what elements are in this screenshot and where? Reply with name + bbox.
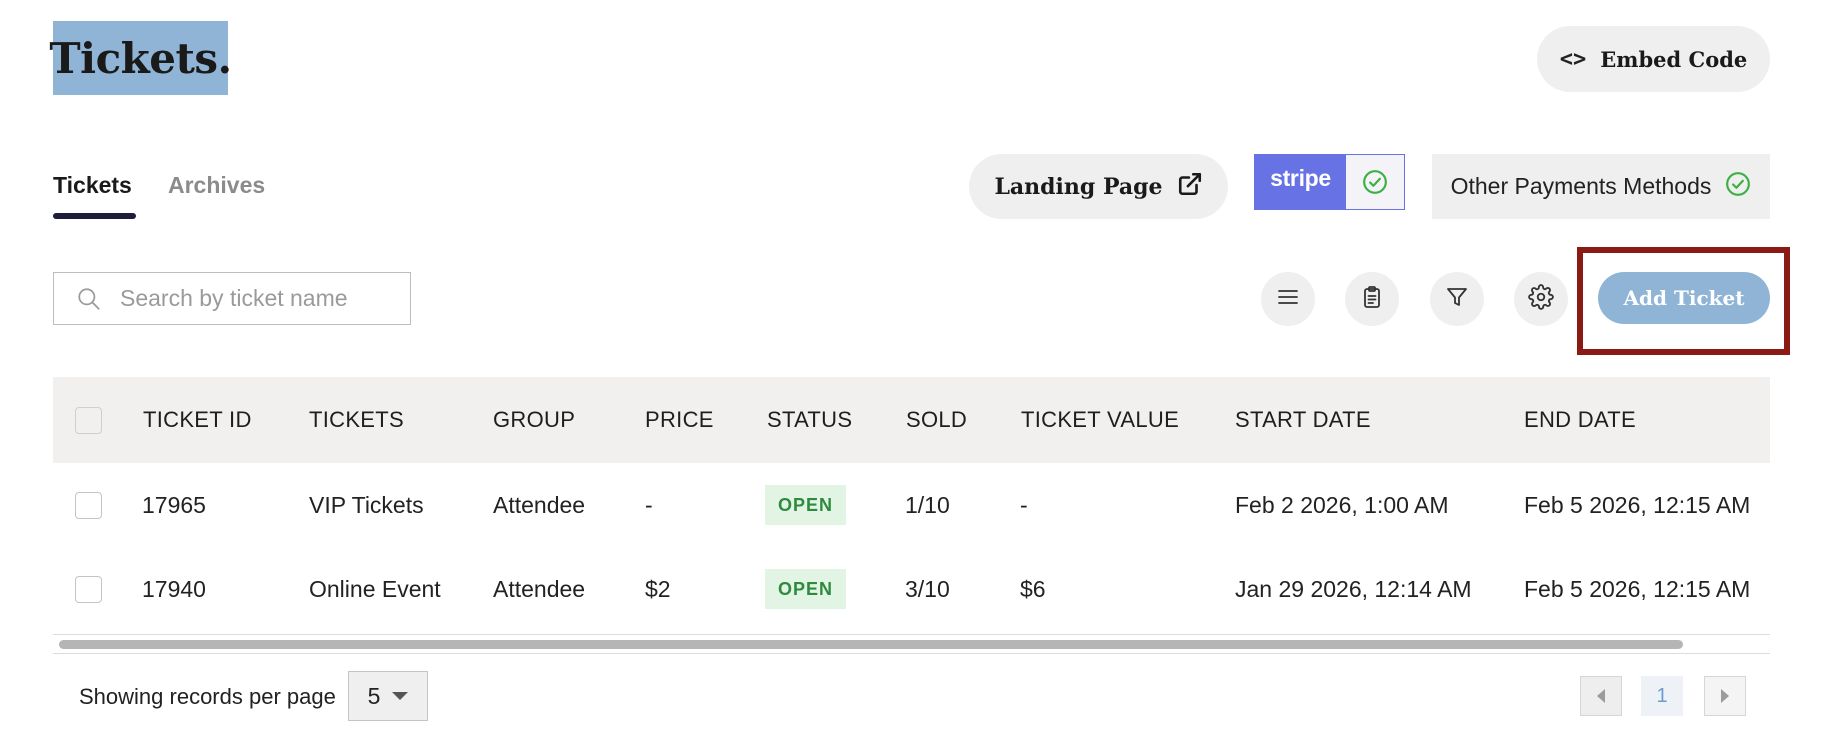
export-button[interactable] <box>1345 272 1399 326</box>
ticket-name[interactable]: VIP Tickets <box>309 463 424 547</box>
next-page-button[interactable] <box>1704 676 1746 716</box>
per-page-select[interactable]: 5 <box>348 671 428 721</box>
other-payments-label: Other Payments Methods <box>1450 173 1712 199</box>
previous-page-button[interactable] <box>1580 676 1622 716</box>
column-header[interactable]: PRICE <box>645 377 714 463</box>
stripe-logo: stripe <box>1255 155 1346 209</box>
ticket-start-date: Jan 29 2026, 12:14 AM <box>1235 575 1472 602</box>
status-badge: OPEN <box>765 569 847 609</box>
ticket-end-date: Feb 5 2026, 12:15 AM <box>1524 575 1751 602</box>
settings-button[interactable] <box>1514 272 1568 326</box>
ticket-id: 17965 <box>142 491 206 518</box>
select-all-checkbox[interactable] <box>75 406 102 434</box>
ticket-price: - <box>645 491 653 518</box>
menu-icon <box>1276 285 1300 314</box>
status-badge: OPEN <box>765 485 847 525</box>
embed-code-label: Embed Code <box>1600 46 1748 72</box>
filter-button[interactable] <box>1430 272 1484 326</box>
tab-archives[interactable]: Archives <box>168 172 265 199</box>
tab-tickets[interactable]: Tickets <box>53 172 132 199</box>
landing-page-label: Landing Page <box>994 173 1163 200</box>
chevron-left-icon <box>1597 689 1605 703</box>
per-page-value: 5 <box>367 682 381 709</box>
tickets-table: TICKET ID TICKETS GROUP PRICE STATUS SOL… <box>53 377 1770 631</box>
chevron-right-icon <box>1721 689 1729 703</box>
ticket-group: Attendee <box>493 491 586 518</box>
embed-code-button[interactable]: <> Embed Code <box>1537 26 1770 92</box>
ticket-start-date: Feb 2 2026, 1:00 AM <box>1235 491 1449 518</box>
ticket-id: 17940 <box>142 575 206 602</box>
ticket-group: Attendee <box>493 575 586 602</box>
column-header[interactable]: END DATE <box>1524 377 1636 463</box>
per-page-label: Showing records per page <box>79 684 336 709</box>
ticket-sold: 3/10 <box>905 575 950 602</box>
table-row[interactable]: 17965 VIP Tickets Attendee - OPEN 1/10 -… <box>53 463 1770 547</box>
clipboard-icon <box>1360 285 1384 314</box>
row-checkbox[interactable] <box>75 491 102 519</box>
stripe-payment-button[interactable]: stripe <box>1254 154 1405 210</box>
scrollbar-thumb[interactable] <box>59 640 1683 649</box>
table-row[interactable]: 17940 Online Event Attendee $2 OPEN 3/10… <box>53 547 1770 631</box>
ticket-value: $6 <box>1020 575 1046 602</box>
ticket-sold: 1/10 <box>905 491 950 518</box>
add-ticket-button[interactable]: Add Ticket <box>1598 272 1770 324</box>
column-header[interactable]: GROUP <box>493 377 575 463</box>
table-header: TICKET ID TICKETS GROUP PRICE STATUS SOL… <box>53 377 1770 463</box>
search-box <box>53 272 411 325</box>
landing-page-button[interactable]: Landing Page <box>969 154 1228 219</box>
page-title: Tickets. <box>49 33 232 83</box>
gear-icon <box>1528 283 1554 315</box>
stripe-check-icon <box>1346 155 1404 209</box>
column-header[interactable]: TICKET ID <box>143 377 252 463</box>
page-title-box: Tickets. <box>49 21 232 95</box>
horizontal-scrollbar[interactable] <box>53 634 1770 654</box>
column-header[interactable]: START DATE <box>1235 377 1371 463</box>
row-checkbox[interactable] <box>75 575 102 603</box>
column-header[interactable]: STATUS <box>767 377 852 463</box>
column-header[interactable]: SOLD <box>906 377 967 463</box>
ticket-price: $2 <box>645 575 671 602</box>
search-input[interactable] <box>120 285 390 312</box>
ticket-end-date: Feb 5 2026, 12:15 AM <box>1524 491 1751 518</box>
list-view-button[interactable] <box>1261 272 1315 326</box>
filter-icon <box>1445 285 1469 314</box>
page-number-button[interactable]: 1 <box>1641 676 1683 716</box>
check-circle-icon <box>1725 171 1751 202</box>
search-icon <box>76 286 102 312</box>
chevron-down-icon <box>392 692 409 700</box>
code-icon: <> <box>1559 46 1587 72</box>
ticket-name[interactable]: Online Event <box>309 547 441 631</box>
ticket-value: - <box>1020 491 1028 518</box>
external-link-icon <box>1177 171 1203 202</box>
other-payments-button[interactable]: Other Payments Methods <box>1432 154 1770 219</box>
active-tab-indicator <box>53 213 136 219</box>
column-header[interactable]: TICKETS <box>309 377 404 463</box>
column-header[interactable]: TICKET VALUE <box>1021 377 1179 463</box>
